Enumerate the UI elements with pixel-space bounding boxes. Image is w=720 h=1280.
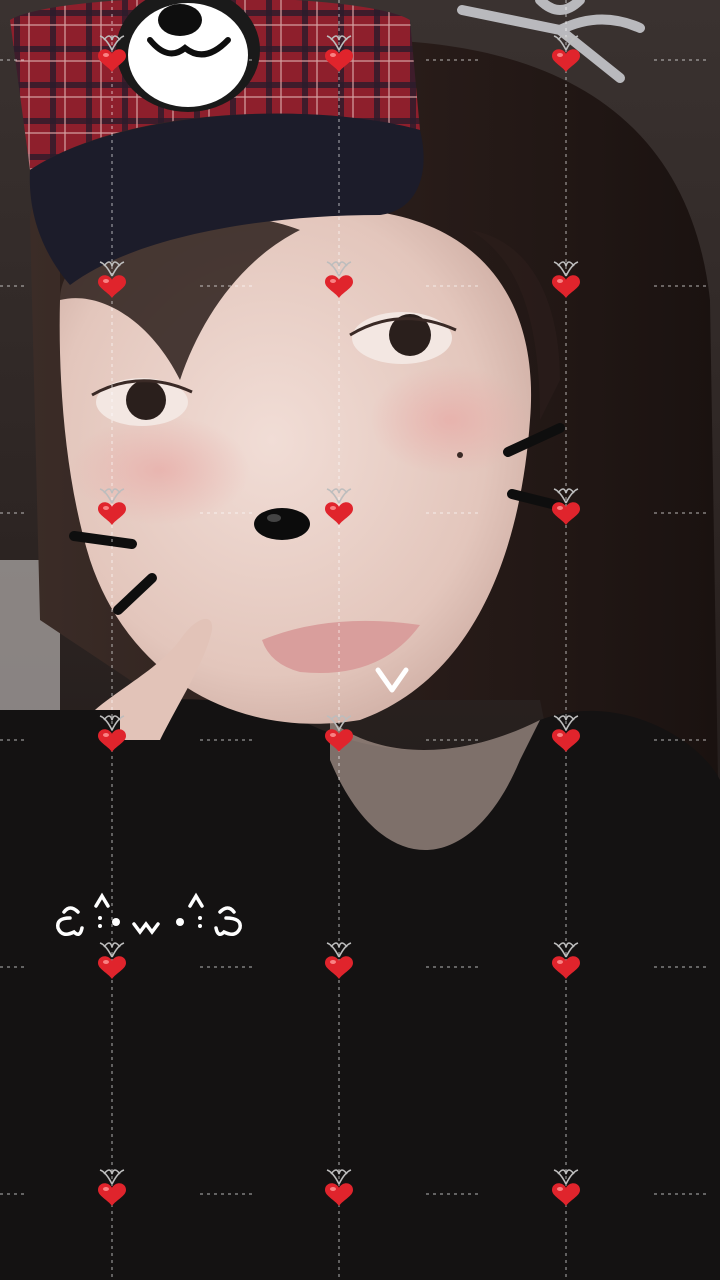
chevron-doodle <box>375 667 409 693</box>
selfie-photo <box>0 0 720 1280</box>
left-eye <box>126 380 166 420</box>
kaomoji-doodle <box>56 892 242 936</box>
nose-sticker <box>254 508 310 540</box>
